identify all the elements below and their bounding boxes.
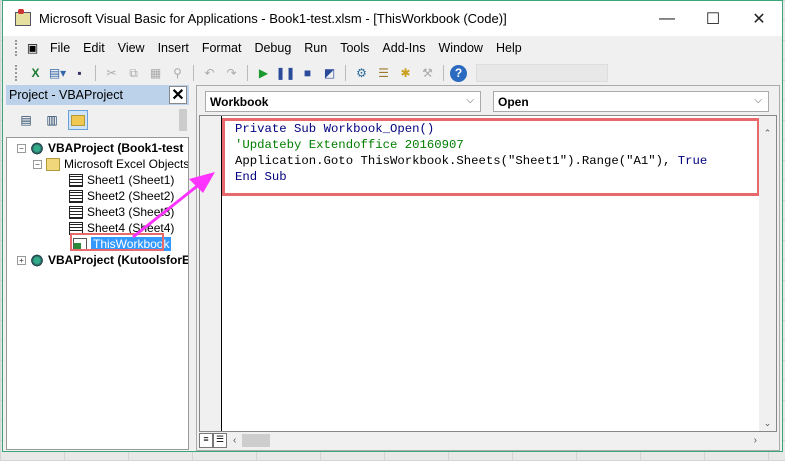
redo-icon[interactable]: ↷ <box>222 64 241 82</box>
thisworkbook-highlight-box <box>70 233 164 251</box>
standard-toolbar: X ▤▾ ▪ ✂ ⧉ ▦ ⚲ ↶ ↷ ▶ ❚❚ ■ ◩ ⚙ ☰ ✱ ⚒ ? <box>3 61 782 85</box>
help-icon[interactable]: ? <box>450 64 467 82</box>
code-line: Application.Goto ThisWorkbook.Sheets("Sh… <box>235 154 708 168</box>
view-code-icon[interactable]: ▤ <box>16 110 36 130</box>
menu-tools[interactable]: Tools <box>340 41 369 55</box>
insert-userform-icon[interactable]: ▤▾ <box>48 64 67 82</box>
procedure-view-icon[interactable]: ≡ <box>199 433 213 448</box>
project-explorer-header: Project - VBAProject ✕ <box>6 85 189 105</box>
menu-help[interactable]: Help <box>496 41 522 55</box>
toolbar-field <box>476 64 608 82</box>
tree-node-sheet3[interactable]: Sheet3 (Sheet3) <box>69 204 174 220</box>
paste-icon[interactable]: ▦ <box>146 64 165 82</box>
menu-file[interactable]: File <box>50 41 70 55</box>
toolbar-overflow[interactable] <box>179 109 187 131</box>
margin-indicator-bar <box>200 116 222 431</box>
vba-project-icon <box>30 253 44 267</box>
procedure-dropdown[interactable]: Open ⌵ <box>493 91 769 112</box>
code-window: Workbook ⌵ Open ⌵ Private Sub Workbook_Ope… <box>196 85 780 451</box>
project-explorer-title: Project - VBAProject <box>9 88 123 102</box>
menu-view[interactable]: View <box>118 41 145 55</box>
tree-node-vbaproject-kutools[interactable]: + VBAProject (KutoolsforE <box>17 252 188 268</box>
code-line: Private Sub Workbook_Open() <box>235 122 435 136</box>
separator <box>95 65 96 81</box>
title-bar: Microsoft Visual Basic for Applications … <box>3 1 782 36</box>
object-browser-icon[interactable]: ✱ <box>396 64 415 82</box>
chevron-down-icon: ⌵ <box>466 95 474 106</box>
toggle-folders-icon[interactable] <box>68 110 88 130</box>
grip-icon <box>15 40 18 56</box>
menu-run[interactable]: Run <box>304 41 327 55</box>
undo-icon[interactable]: ↶ <box>200 64 219 82</box>
vba-project-icon <box>30 141 44 155</box>
separator <box>345 65 346 81</box>
vertical-scrollbar[interactable]: ⌃ ⌄ <box>759 116 776 431</box>
properties-icon[interactable]: ☰ <box>374 64 393 82</box>
menu-window[interactable]: Window <box>439 41 483 55</box>
tree-node-sheet1[interactable]: Sheet1 (Sheet1) <box>69 172 174 188</box>
design-mode-icon[interactable]: ◩ <box>320 64 339 82</box>
object-dropdown[interactable]: Workbook ⌵ <box>205 91 481 112</box>
chevron-down-icon: ⌵ <box>754 95 762 106</box>
scroll-thumb[interactable] <box>242 434 271 447</box>
code-line: End Sub <box>235 170 287 184</box>
horizontal-scrollbar[interactable]: ≡ ☰ ‹ › <box>199 432 777 449</box>
sheet-icon <box>69 189 83 203</box>
scroll-right-icon[interactable]: › <box>754 435 757 446</box>
view-object-icon[interactable]: ▥ <box>42 110 62 130</box>
minimize-button[interactable]: — <box>644 1 690 36</box>
grip-icon <box>15 65 18 81</box>
separator <box>443 65 444 81</box>
save-icon[interactable]: ▪ <box>70 64 89 82</box>
copy-icon[interactable]: ⧉ <box>124 64 143 82</box>
close-project-button[interactable]: ✕ <box>169 86 187 104</box>
full-module-view-icon[interactable]: ☰ <box>213 433 227 448</box>
scroll-left-icon[interactable]: ‹ <box>233 435 236 446</box>
toolbox-icon[interactable]: ⚒ <box>418 64 437 82</box>
project-explorer-icon[interactable]: ⚙ <box>352 64 371 82</box>
excel-menu-icon[interactable]: ▣ <box>23 39 42 57</box>
scroll-down-icon[interactable]: ⌄ <box>759 418 776 429</box>
vba-window: Microsoft Visual Basic for Applications … <box>2 0 783 452</box>
cut-icon[interactable]: ✂ <box>102 64 121 82</box>
vba-app-icon <box>15 8 31 26</box>
break-icon[interactable]: ❚❚ <box>275 64 295 82</box>
menu-edit[interactable]: Edit <box>83 41 105 55</box>
collapse-icon[interactable]: − <box>33 159 42 169</box>
project-explorer: Project - VBAProject ✕ ▤ ▥ − VBAProject (… <box>6 85 189 450</box>
code-line: 'Updateby Extendoffice 20160907 <box>235 138 464 152</box>
project-tree: − VBAProject (Book1-test − Microsoft Excel… <box>6 137 189 450</box>
separator <box>247 65 248 81</box>
reset-icon[interactable]: ■ <box>298 64 317 82</box>
maximize-button[interactable]: ☐ <box>690 1 736 36</box>
run-icon[interactable]: ▶ <box>254 64 273 82</box>
expand-icon[interactable]: + <box>17 255 26 265</box>
excel-icon[interactable]: X <box>26 64 45 82</box>
menu-format[interactable]: Format <box>202 41 242 55</box>
window-title: Microsoft Visual Basic for Applications … <box>39 11 507 26</box>
folder-icon <box>46 157 60 171</box>
tree-node-sheet2[interactable]: Sheet2 (Sheet2) <box>69 188 174 204</box>
close-button[interactable]: ✕ <box>736 1 782 36</box>
code-editor[interactable]: Private Sub Workbook_Open() 'Updateby Ex… <box>199 115 777 432</box>
code-highlight-box: Private Sub Workbook_Open() 'Updateby Ex… <box>222 118 760 196</box>
menu-debug[interactable]: Debug <box>254 41 291 55</box>
separator <box>193 65 194 81</box>
menu-bar: ▣ File Edit View Insert Format Debug Run… <box>3 36 782 60</box>
find-icon[interactable]: ⚲ <box>168 64 187 82</box>
project-toolbar: ▤ ▥ <box>6 105 189 135</box>
menu-insert[interactable]: Insert <box>158 41 189 55</box>
menu-addins[interactable]: Add-Ins <box>382 41 425 55</box>
sheet-icon <box>69 205 83 219</box>
collapse-icon[interactable]: − <box>17 143 26 153</box>
tree-node-vbaproject-book1[interactable]: − VBAProject (Book1-test <box>17 140 183 156</box>
sheet-icon <box>69 173 83 187</box>
scroll-up-icon[interactable]: ⌃ <box>759 128 776 140</box>
tree-node-excel-objects[interactable]: − Microsoft Excel Objects <box>33 156 188 172</box>
